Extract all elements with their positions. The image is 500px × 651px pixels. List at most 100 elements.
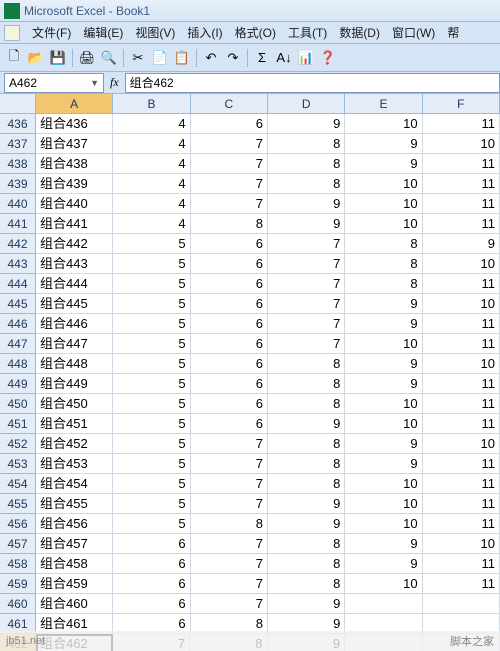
cell[interactable]: 11 bbox=[423, 314, 500, 334]
cells-area[interactable]: 组合4364691011组合437478910组合438478911组合4394… bbox=[36, 114, 500, 651]
row-header[interactable]: 447 bbox=[0, 334, 36, 354]
cell[interactable]: 10 bbox=[345, 114, 422, 134]
cell[interactable]: 6 bbox=[113, 574, 190, 594]
cell[interactable]: 5 bbox=[113, 314, 190, 334]
cell[interactable]: 10 bbox=[423, 134, 500, 154]
cell[interactable]: 8 bbox=[268, 574, 345, 594]
cell[interactable]: 10 bbox=[423, 534, 500, 554]
row-header[interactable]: 457 bbox=[0, 534, 36, 554]
cell[interactable]: 组合457 bbox=[36, 534, 113, 554]
new-button[interactable]: 🗋 bbox=[4, 48, 24, 68]
cell[interactable]: 组合442 bbox=[36, 234, 113, 254]
cell[interactable]: 9 bbox=[345, 454, 422, 474]
cell[interactable]: 10 bbox=[345, 474, 422, 494]
cell[interactable]: 组合436 bbox=[36, 114, 113, 134]
menu-item[interactable]: 格式(O) bbox=[229, 24, 282, 42]
cell[interactable]: 组合458 bbox=[36, 554, 113, 574]
cell[interactable]: 9 bbox=[268, 594, 345, 614]
cell[interactable]: 11 bbox=[423, 154, 500, 174]
cell[interactable]: 组合452 bbox=[36, 434, 113, 454]
cell[interactable]: 11 bbox=[423, 194, 500, 214]
row-header[interactable]: 442 bbox=[0, 234, 36, 254]
cell[interactable]: 7 bbox=[191, 154, 268, 174]
column-header-B[interactable]: B bbox=[113, 94, 190, 114]
cell[interactable]: 7 bbox=[191, 194, 268, 214]
row-header[interactable]: 436 bbox=[0, 114, 36, 134]
cell[interactable]: 8 bbox=[268, 554, 345, 574]
cell[interactable]: 6 bbox=[191, 334, 268, 354]
cell[interactable]: 11 bbox=[423, 454, 500, 474]
cell[interactable]: 6 bbox=[113, 554, 190, 574]
cell[interactable]: 组合455 bbox=[36, 494, 113, 514]
cell[interactable]: 7 bbox=[268, 274, 345, 294]
cell[interactable]: 9 bbox=[268, 514, 345, 534]
cell[interactable]: 10 bbox=[345, 574, 422, 594]
cell[interactable]: 11 bbox=[423, 174, 500, 194]
cell[interactable]: 8 bbox=[268, 534, 345, 554]
row-header[interactable]: 445 bbox=[0, 294, 36, 314]
redo-button[interactable]: ↷ bbox=[223, 48, 243, 68]
cell[interactable]: 8 bbox=[345, 234, 422, 254]
menu-item[interactable]: 数据(D) bbox=[333, 24, 386, 42]
row-header[interactable]: 451 bbox=[0, 414, 36, 434]
cell[interactable]: 5 bbox=[113, 374, 190, 394]
row-header[interactable]: 455 bbox=[0, 494, 36, 514]
menu-item[interactable]: 视图(V) bbox=[129, 24, 181, 42]
cell[interactable]: 9 bbox=[345, 154, 422, 174]
cell[interactable]: 组合439 bbox=[36, 174, 113, 194]
cell[interactable]: 11 bbox=[423, 374, 500, 394]
cell[interactable]: 6 bbox=[191, 394, 268, 414]
cell[interactable]: 9 bbox=[345, 314, 422, 334]
row-header[interactable]: 439 bbox=[0, 174, 36, 194]
cell[interactable]: 8 bbox=[268, 474, 345, 494]
open-button[interactable]: 📂 bbox=[26, 48, 46, 68]
cell[interactable]: 4 bbox=[113, 174, 190, 194]
menu-item[interactable]: 帮 bbox=[441, 24, 465, 42]
cell[interactable]: 7 bbox=[268, 314, 345, 334]
select-all-corner[interactable] bbox=[0, 94, 36, 114]
cell[interactable]: 10 bbox=[423, 254, 500, 274]
cell[interactable]: 11 bbox=[423, 414, 500, 434]
row-header[interactable]: 440 bbox=[0, 194, 36, 214]
row-header[interactable]: 446 bbox=[0, 314, 36, 334]
cell[interactable]: 10 bbox=[345, 334, 422, 354]
cell[interactable]: 9 bbox=[345, 554, 422, 574]
cell[interactable]: 7 bbox=[191, 434, 268, 454]
cell[interactable]: 7 bbox=[191, 554, 268, 574]
menu-item[interactable]: 编辑(E) bbox=[77, 24, 129, 42]
cell[interactable]: 8 bbox=[268, 394, 345, 414]
cell[interactable]: 9 bbox=[345, 354, 422, 374]
save-button[interactable]: 💾 bbox=[48, 48, 68, 68]
cell[interactable]: 7 bbox=[268, 294, 345, 314]
row-header[interactable]: 444 bbox=[0, 274, 36, 294]
row-header[interactable]: 438 bbox=[0, 154, 36, 174]
cell[interactable]: 8 bbox=[191, 214, 268, 234]
menu-item[interactable]: 文件(F) bbox=[26, 24, 77, 42]
cell[interactable]: 组合454 bbox=[36, 474, 113, 494]
cut-button[interactable]: ✂ bbox=[128, 48, 148, 68]
row-header[interactable]: 456 bbox=[0, 514, 36, 534]
cell[interactable]: 5 bbox=[113, 294, 190, 314]
cell[interactable]: 6 bbox=[191, 294, 268, 314]
cell[interactable]: 5 bbox=[113, 474, 190, 494]
cell[interactable]: 6 bbox=[191, 234, 268, 254]
cell[interactable]: 9 bbox=[268, 194, 345, 214]
cell[interactable]: 9 bbox=[268, 214, 345, 234]
cell[interactable]: 组合437 bbox=[36, 134, 113, 154]
dropdown-icon[interactable]: ▼ bbox=[90, 78, 99, 88]
cell[interactable]: 10 bbox=[345, 394, 422, 414]
row-header[interactable]: 454 bbox=[0, 474, 36, 494]
cell[interactable]: 8 bbox=[268, 154, 345, 174]
sort-button[interactable]: A↓ bbox=[274, 48, 294, 68]
cell[interactable]: 组合460 bbox=[36, 594, 113, 614]
cell[interactable]: 组合441 bbox=[36, 214, 113, 234]
cell[interactable]: 组合451 bbox=[36, 414, 113, 434]
cell[interactable]: 9 bbox=[268, 494, 345, 514]
cell[interactable]: 11 bbox=[423, 114, 500, 134]
cell[interactable]: 组合447 bbox=[36, 334, 113, 354]
cell[interactable]: 10 bbox=[345, 514, 422, 534]
cell[interactable]: 7 bbox=[268, 334, 345, 354]
cell[interactable]: 9 bbox=[345, 374, 422, 394]
cell[interactable]: 组合444 bbox=[36, 274, 113, 294]
cell[interactable]: 组合449 bbox=[36, 374, 113, 394]
